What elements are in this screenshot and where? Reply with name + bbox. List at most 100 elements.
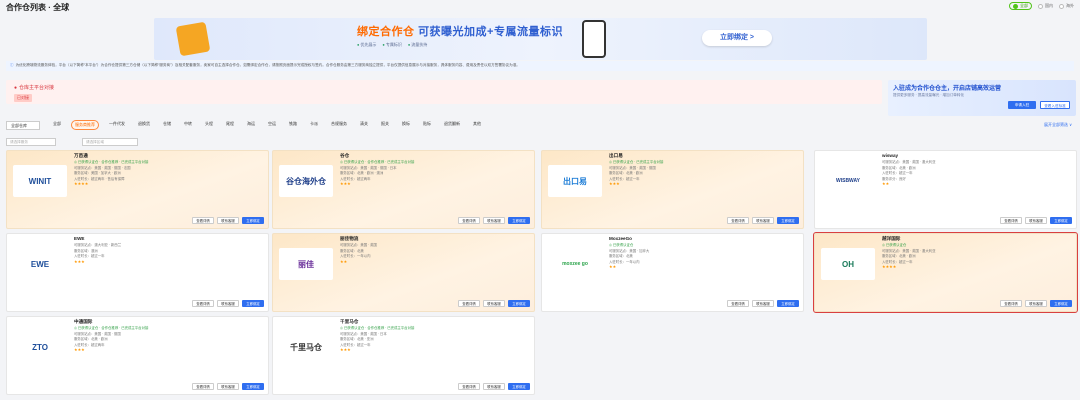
bind-button[interactable]: 立即绑定 — [777, 217, 799, 224]
filter-bar: 全部仓库 全部 服务商推荐 一件代发 退换货 仓储 中转 头程 尾程 海运 空运 铁路 卡派 合规服务清… — [6, 118, 1076, 132]
filter-chip[interactable]: 服务商推荐 — [71, 120, 99, 130]
card-actions: 查看详情 联系客服 立即绑定 — [1000, 217, 1072, 224]
contact-button[interactable]: 联系客服 — [217, 300, 239, 307]
contact-button[interactable]: 联系客服 — [483, 383, 505, 390]
contact-button[interactable]: 联系客服 — [217, 383, 239, 390]
detail-button[interactable]: 查看详情 — [458, 217, 480, 224]
service-search-input[interactable]: 请选择服务 — [6, 138, 56, 146]
rating-stars: ★★ — [340, 258, 348, 264]
warehouse-card[interactable]: WISBWAY wisway 可服务站点：美国 · 英国 · 澳大利亚 服务区域：北美… — [814, 150, 1077, 229]
warehouse-info: ◎ 已获得认证仓 可服务站点：美国 · 加拿大 服务区域：北美 入驻时长：一年以内 ★★ — [609, 242, 799, 270]
bind-button[interactable]: 立即绑定 — [777, 300, 799, 307]
radio-all[interactable]: 全部 — [1009, 2, 1032, 10]
filter-chip[interactable]: 全部 — [50, 120, 64, 130]
info-icon: ⓘ — [10, 63, 14, 67]
warehouse-card[interactable]: 谷仓海外仓 谷仓 ◎ 已获得认证仓 · 合作仓推荐 · 已完成主平台对接 可服务站点：… — [272, 150, 535, 229]
filter-chip[interactable]: 退换货 — [135, 120, 153, 130]
filter-chip[interactable]: 仓储 — [160, 120, 174, 130]
rating-stars: ★★★★ — [74, 181, 89, 186]
apply-standard-button[interactable]: 查看入驻标准 — [1040, 101, 1070, 109]
radio-domestic[interactable]: 国内 — [1038, 3, 1053, 9]
filter-chip[interactable]: 换标 — [399, 120, 413, 130]
warehouse-info: ◎ 已获得认证仓 · 合作仓推荐 · 已完成主平台对接 可服务站点：美国 · 英国… — [340, 159, 530, 187]
warehouse-card[interactable]: ZTO 中通国际 ◎ 已获得认证仓 · 合作仓推荐 · 已完成主平台对接 可服务站点：… — [6, 316, 269, 395]
card-actions: 查看详情 联系客服 立即绑定 — [458, 383, 530, 390]
bind-button[interactable]: 立即绑定 — [1050, 217, 1072, 224]
detail-button[interactable]: 查看详情 — [1000, 300, 1022, 307]
warehouse-select[interactable]: 全部仓库 — [6, 120, 40, 130]
contact-button[interactable]: 联系客服 — [483, 300, 505, 307]
filter-chip[interactable]: 清关 — [357, 120, 371, 130]
detail-button[interactable]: 查看详情 — [192, 217, 214, 224]
detail-button[interactable]: 查看详情 — [727, 300, 749, 307]
page-title: 合作仓列表 · 全球 — [6, 3, 70, 12]
rating-stars: ★★★ — [609, 181, 620, 186]
filter-chip[interactable]: 贴标 — [420, 120, 434, 130]
bind-button[interactable]: 立即绑定 — [508, 383, 530, 390]
rating-stars: ★★★ — [74, 258, 85, 264]
warehouse-logo: 谷仓海外仓 — [279, 165, 333, 197]
warehouse-info: 可服务站点：澳大利亚 · 新西兰 服务区域：澳洲 入驻时长：超过一年 ★★★ — [74, 242, 264, 264]
bind-button[interactable]: 立即绑定 — [242, 300, 264, 307]
bind-button[interactable]: 立即绑定 — [508, 217, 530, 224]
bind-button[interactable]: 立即绑定 — [242, 217, 264, 224]
radio-dot-icon — [1059, 3, 1064, 9]
region-radio-group: 全部 国内 海外 — [1009, 2, 1074, 10]
detail-button[interactable]: 查看详情 — [458, 383, 480, 390]
warehouse-card[interactable]: 千里马仓 千里马仓 ◎ 已获得认证仓 · 合作仓推荐 · 已完成主平台对接 可服务站点… — [272, 316, 535, 395]
contact-button[interactable]: 联系客服 — [1025, 217, 1047, 224]
contact-button[interactable]: 联系客服 — [483, 217, 505, 224]
detail-button[interactable]: 查看详情 — [192, 300, 214, 307]
banner-bind-button[interactable]: 立即绑定 > — [702, 30, 772, 46]
filter-chip[interactable]: 合规服务 — [328, 120, 350, 130]
alert-tag: 已对接 — [14, 94, 32, 102]
banner-subs: 优先展示 专属标识 流量扶持 — [357, 42, 427, 48]
warehouse-logo: moxzee go — [548, 248, 602, 280]
rating-stars: ★★ — [609, 264, 617, 269]
filter-chip[interactable]: 铁路 — [286, 120, 300, 130]
filter-chip[interactable]: 退货翻新 — [441, 120, 463, 130]
filter-chip[interactable]: 尾程 — [223, 120, 237, 130]
card-actions: 查看详情 联系客服 立即绑定 — [727, 217, 799, 224]
detail-button[interactable]: 查看详情 — [458, 300, 480, 307]
promo-banner[interactable]: 绑定合作仓 可获曝光加成+专属流量标识 优先展示 专属标识 流量扶持 立即绑定 … — [154, 18, 927, 60]
warehouse-card[interactable]: EWE EWE 可服务站点：澳大利亚 · 新西兰 服务区域：澳洲 入驻时长：超过一年 ★★… — [6, 233, 269, 312]
radio-overseas[interactable]: 海外 — [1059, 3, 1074, 9]
filter-chip[interactable]: 中转 — [181, 120, 195, 130]
bind-button[interactable]: 立即绑定 — [1050, 300, 1072, 307]
detail-button[interactable]: 查看详情 — [192, 383, 214, 390]
bind-button[interactable]: 立即绑定 — [242, 383, 264, 390]
filter-chip[interactable]: 报关 — [378, 120, 392, 130]
warehouse-card[interactable]: moxzee go MoxzeeGo ◎ 已获得认证仓 可服务站点：美国 · 加拿大服… — [541, 233, 804, 312]
card-actions: 查看详情 联系客服 立即绑定 — [192, 217, 264, 224]
warehouse-logo: WISBWAY — [821, 165, 875, 197]
contact-button[interactable]: 联系客服 — [1025, 300, 1047, 307]
warehouse-info: ◎ 已获得认证仓 · 合作仓推荐 · 已完成主平台对接 可服务站点：美国 · 英国… — [74, 325, 264, 353]
filter-chip[interactable]: 头程 — [202, 120, 216, 130]
warehouse-card[interactable]: 丽佳 丽佳物流 可服务站点：美国 · 英国 服务区域：北美 入驻时长：一年以内 ★★ 查看详… — [272, 233, 535, 312]
filter-chip[interactable]: 空运 — [265, 120, 279, 130]
detail-button[interactable]: 查看详情 — [1000, 217, 1022, 224]
filter-chips: 全部 服务商推荐 一件代发 退换货 仓储 中转 头程 尾程 海运 空运 铁路 卡派 合规服务 清关 报关 换标… — [50, 120, 484, 130]
filter-chip[interactable]: 海运 — [244, 120, 258, 130]
filter-chip[interactable]: 其他 — [470, 120, 484, 130]
warehouse-card[interactable]: WINIT 万邑通 ◎ 已获得认证仓 · 合作仓推荐 · 已完成主平台对接 可服务站点… — [6, 150, 269, 229]
filter-chip[interactable]: 一件代发 — [106, 120, 128, 130]
filter-chip[interactable]: 卡派 — [307, 120, 321, 130]
card-actions: 查看详情 联系客服 立即绑定 — [458, 217, 530, 224]
detail-button[interactable]: 查看详情 — [727, 217, 749, 224]
region-search-input[interactable]: 请选择区域 — [82, 138, 138, 146]
bind-button[interactable]: 立即绑定 — [508, 300, 530, 307]
contact-button[interactable]: 联系客服 — [752, 300, 774, 307]
warehouse-card[interactable]: OH 越洋国际 ◎ 已获得认证仓 可服务站点：美国 · 英国 · 澳大利亚 服务区域：北… — [813, 232, 1078, 313]
rating-stars: ★★★★ — [882, 264, 897, 269]
contact-button[interactable]: 联系客服 — [217, 217, 239, 224]
warehouse-logo: ZTO — [13, 331, 67, 363]
expand-filters-link[interactable]: 展开全部筛选 ∨ — [1044, 122, 1072, 128]
rating-stars: ★★ — [882, 181, 890, 186]
contact-button[interactable]: 联系客服 — [752, 217, 774, 224]
apply-title: 入驻成为合作仓仓主，开启店铺高效运营 — [893, 86, 1002, 92]
warehouse-card[interactable]: 出口易 出口易 ◎ 已获得认证仓 · 已完成主平台对接 可服务站点：美国 · 英国 ·… — [541, 150, 804, 229]
apply-button[interactable]: 申请入驻 — [1008, 101, 1036, 109]
radio-dot-icon — [1013, 3, 1018, 9]
